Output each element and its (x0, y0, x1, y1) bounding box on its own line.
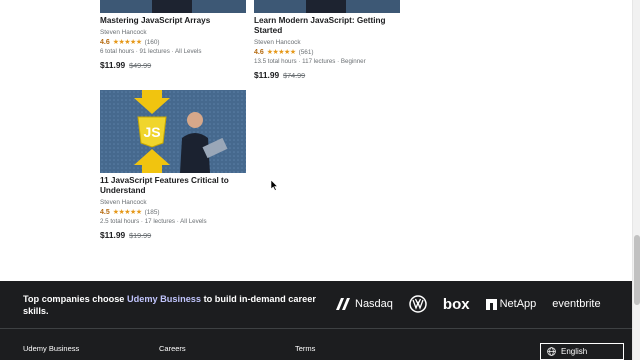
footer-link-udemy-business[interactable]: Udemy Business (23, 344, 79, 353)
footer-promo-bar: Top companies choose Udemy Business to b… (0, 281, 632, 329)
course-card[interactable]: Mastering JavaScript Arrays Steven Hanco… (100, 0, 246, 70)
course-author: Steven Hancock (254, 39, 301, 46)
current-price: $11.99 (100, 230, 126, 240)
price-row: $11.99 $49.99 (100, 60, 246, 70)
business-promo-text: Top companies choose Udemy Business to b… (23, 293, 333, 317)
box-logo: box (443, 296, 470, 313)
current-price: $11.99 (100, 60, 126, 70)
course-author: Steven Hancock (100, 29, 147, 36)
current-price: $11.99 (254, 70, 280, 80)
course-meta: 6 total hours · 91 lectures · All Levels (100, 48, 202, 55)
star-rating-icon: ★★★★★ (266, 49, 296, 56)
box-logo-text: box (442, 295, 470, 313)
course-meta: 13.5 total hours · 117 lectures · Beginn… (254, 58, 366, 65)
price-row: $11.99 $19.99 (100, 230, 246, 240)
course-thumbnail[interactable] (100, 0, 246, 13)
original-price: $74.99 (283, 71, 306, 80)
rating-row: 4.6 ★★★★★ (561) (254, 48, 400, 57)
rating-row: 4.6 ★★★★★ (160) (100, 38, 246, 47)
original-price: $19.99 (129, 231, 152, 240)
course-thumbnail-art: JS (100, 90, 246, 173)
original-price: $49.99 (129, 61, 152, 70)
rating-count: (185) (144, 208, 160, 216)
page: Mastering JavaScript Arrays Steven Hanco… (0, 0, 632, 360)
netapp-logo: NetApp (485, 298, 537, 310)
netapp-icon (485, 298, 497, 310)
volkswagen-logo (409, 295, 427, 313)
course-title[interactable]: Mastering JavaScript Arrays (100, 16, 246, 26)
nasdaq-logo: Nasdaq (336, 298, 393, 310)
nasdaq-logo-text: Nasdaq (355, 298, 393, 310)
netapp-logo-text: NetApp (499, 298, 537, 310)
udemy-business-link[interactable]: Udemy Business (127, 294, 201, 304)
rating-value: 4.5 (100, 208, 110, 216)
partner-logos: Nasdaq box NetApp eventbrite (336, 295, 601, 313)
footer-link-terms[interactable]: Terms (295, 344, 315, 353)
page-scrollbar[interactable] (632, 0, 640, 360)
scrollbar-thumb[interactable] (634, 235, 640, 305)
nasdaq-icon (336, 298, 350, 310)
site-footer: Top companies choose Udemy Business to b… (0, 281, 632, 360)
footer-link-careers[interactable]: Careers (159, 344, 186, 353)
rating-value: 4.6 (100, 38, 110, 46)
course-title[interactable]: 11 JavaScript Features Critical to Under… (100, 176, 246, 196)
rating-row: 4.5 ★★★★★ (185) (100, 208, 246, 217)
globe-icon (547, 347, 556, 356)
course-card[interactable]: Learn Modern JavaScript: Getting Started… (254, 0, 400, 80)
rating-count: (561) (298, 48, 314, 56)
eventbrite-logo: eventbrite (552, 298, 600, 310)
volkswagen-icon (409, 295, 427, 313)
language-selector-button[interactable]: English (540, 343, 624, 360)
star-rating-icon: ★★★★★ (112, 209, 142, 216)
course-card[interactable]: JS 11 JavaScript Features Critical to Un… (100, 90, 246, 240)
course-author: Steven Hancock (100, 199, 147, 206)
course-meta: 2.5 total hours · 17 lectures · All Leve… (100, 218, 207, 225)
course-thumbnail[interactable] (254, 0, 400, 13)
language-label: English (561, 347, 588, 356)
rating-count: (160) (144, 38, 160, 46)
rating-value: 4.6 (254, 48, 264, 56)
price-row: $11.99 $74.99 (254, 70, 400, 80)
mouse-cursor-icon (271, 180, 279, 191)
course-title[interactable]: Learn Modern JavaScript: Getting Started (254, 16, 400, 36)
course-thumbnail[interactable]: JS (100, 90, 246, 173)
promo-prefix: Top companies choose (23, 294, 127, 304)
eventbrite-logo-text: eventbrite (552, 298, 601, 310)
js-badge: JS (143, 124, 160, 140)
star-rating-icon: ★★★★★ (112, 39, 142, 46)
